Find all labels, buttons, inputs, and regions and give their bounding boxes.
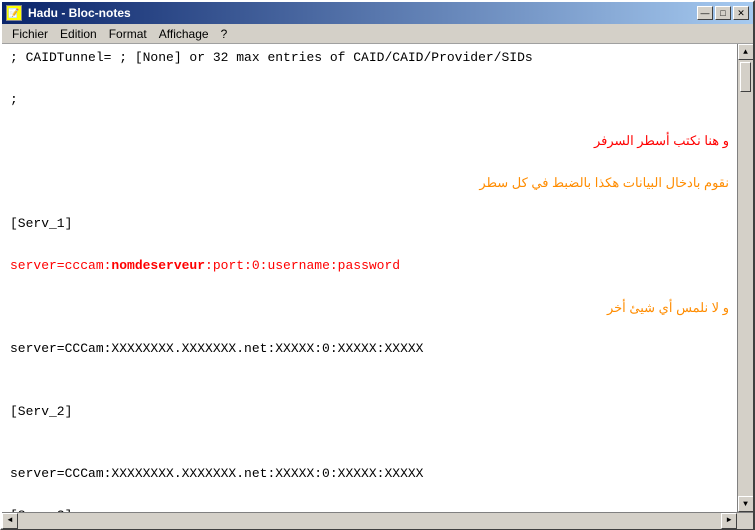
text-editor[interactable]: ; CAIDTunnel= ; [None] or 32 max entries… bbox=[2, 44, 737, 512]
title-buttons: — □ ✕ bbox=[697, 6, 749, 20]
menu-edition[interactable]: Edition bbox=[54, 25, 103, 43]
menu-bar: Fichier Edition Format Affichage ? bbox=[2, 24, 753, 44]
close-button[interactable]: ✕ bbox=[733, 6, 749, 20]
menu-affichage[interactable]: Affichage bbox=[153, 25, 215, 43]
title-bar: 📝 Hadu - Bloc-notes — □ ✕ bbox=[2, 2, 753, 24]
menu-fichier[interactable]: Fichier bbox=[6, 25, 54, 43]
line-2: ; bbox=[10, 90, 729, 111]
window-title: Hadu - Bloc-notes bbox=[28, 6, 131, 20]
maximize-button[interactable]: □ bbox=[715, 6, 731, 20]
scroll-down-button[interactable]: ▼ bbox=[738, 496, 754, 512]
line-6: server=cccam:nomdeserveur:port:0:usernam… bbox=[10, 256, 729, 277]
minimize-button[interactable]: — bbox=[697, 6, 713, 20]
app-icon: 📝 bbox=[6, 5, 22, 21]
line-1: ; CAIDTunnel= ; [None] or 32 max entries… bbox=[10, 48, 729, 69]
scroll-track-horizontal[interactable] bbox=[18, 513, 721, 529]
line-7: و لا نلمس أي شيئ أخر bbox=[10, 298, 729, 319]
scroll-thumb-vertical[interactable] bbox=[740, 62, 751, 92]
scrollbar-corner bbox=[737, 513, 753, 529]
scrollbar-horizontal[interactable]: ◄ ► bbox=[2, 513, 737, 529]
line-3: و هنا نكتب أسطر السرفر bbox=[10, 131, 729, 152]
bottom-bar: ◄ ► bbox=[2, 512, 753, 528]
menu-help[interactable]: ? bbox=[215, 25, 234, 43]
scrollbar-vertical[interactable]: ▲ ▼ bbox=[737, 44, 753, 512]
scroll-right-button[interactable]: ► bbox=[721, 513, 737, 529]
line-12: server=CCCam:XXXXXXXX.XXXXXXX.net:XXXXX:… bbox=[10, 464, 729, 485]
content-area: ; CAIDTunnel= ; [None] or 32 max entries… bbox=[2, 44, 753, 512]
line-10: [Serv_2] bbox=[10, 402, 729, 423]
title-text: 📝 Hadu - Bloc-notes bbox=[6, 5, 131, 21]
main-window: 📝 Hadu - Bloc-notes — □ ✕ Fichier Editio… bbox=[0, 0, 755, 530]
line-5: [Serv_1] bbox=[10, 214, 729, 235]
menu-format[interactable]: Format bbox=[103, 25, 153, 43]
line-8: server=CCCam:XXXXXXXX.XXXXXXX.net:XXXXX:… bbox=[10, 339, 729, 360]
scroll-track-vertical[interactable] bbox=[738, 60, 753, 496]
line-4: نقوم بادخال البيانات هكذا بالضبط في كل س… bbox=[10, 173, 729, 194]
scroll-up-button[interactable]: ▲ bbox=[738, 44, 754, 60]
scroll-left-button[interactable]: ◄ bbox=[2, 513, 18, 529]
